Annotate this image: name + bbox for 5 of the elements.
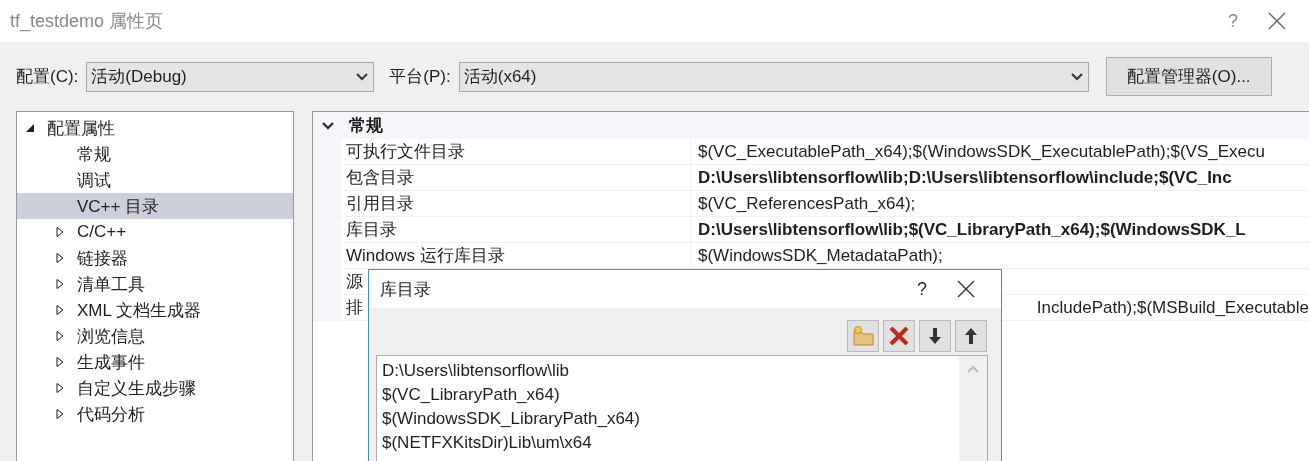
category-label: 常规 — [349, 115, 383, 137]
dialog-title: 库目录 — [380, 278, 432, 301]
config-label: 配置(C): — [16, 66, 79, 88]
platform-label: 平台(P): — [389, 66, 451, 88]
window-title: tf_testdemo 属性页 — [10, 10, 165, 33]
